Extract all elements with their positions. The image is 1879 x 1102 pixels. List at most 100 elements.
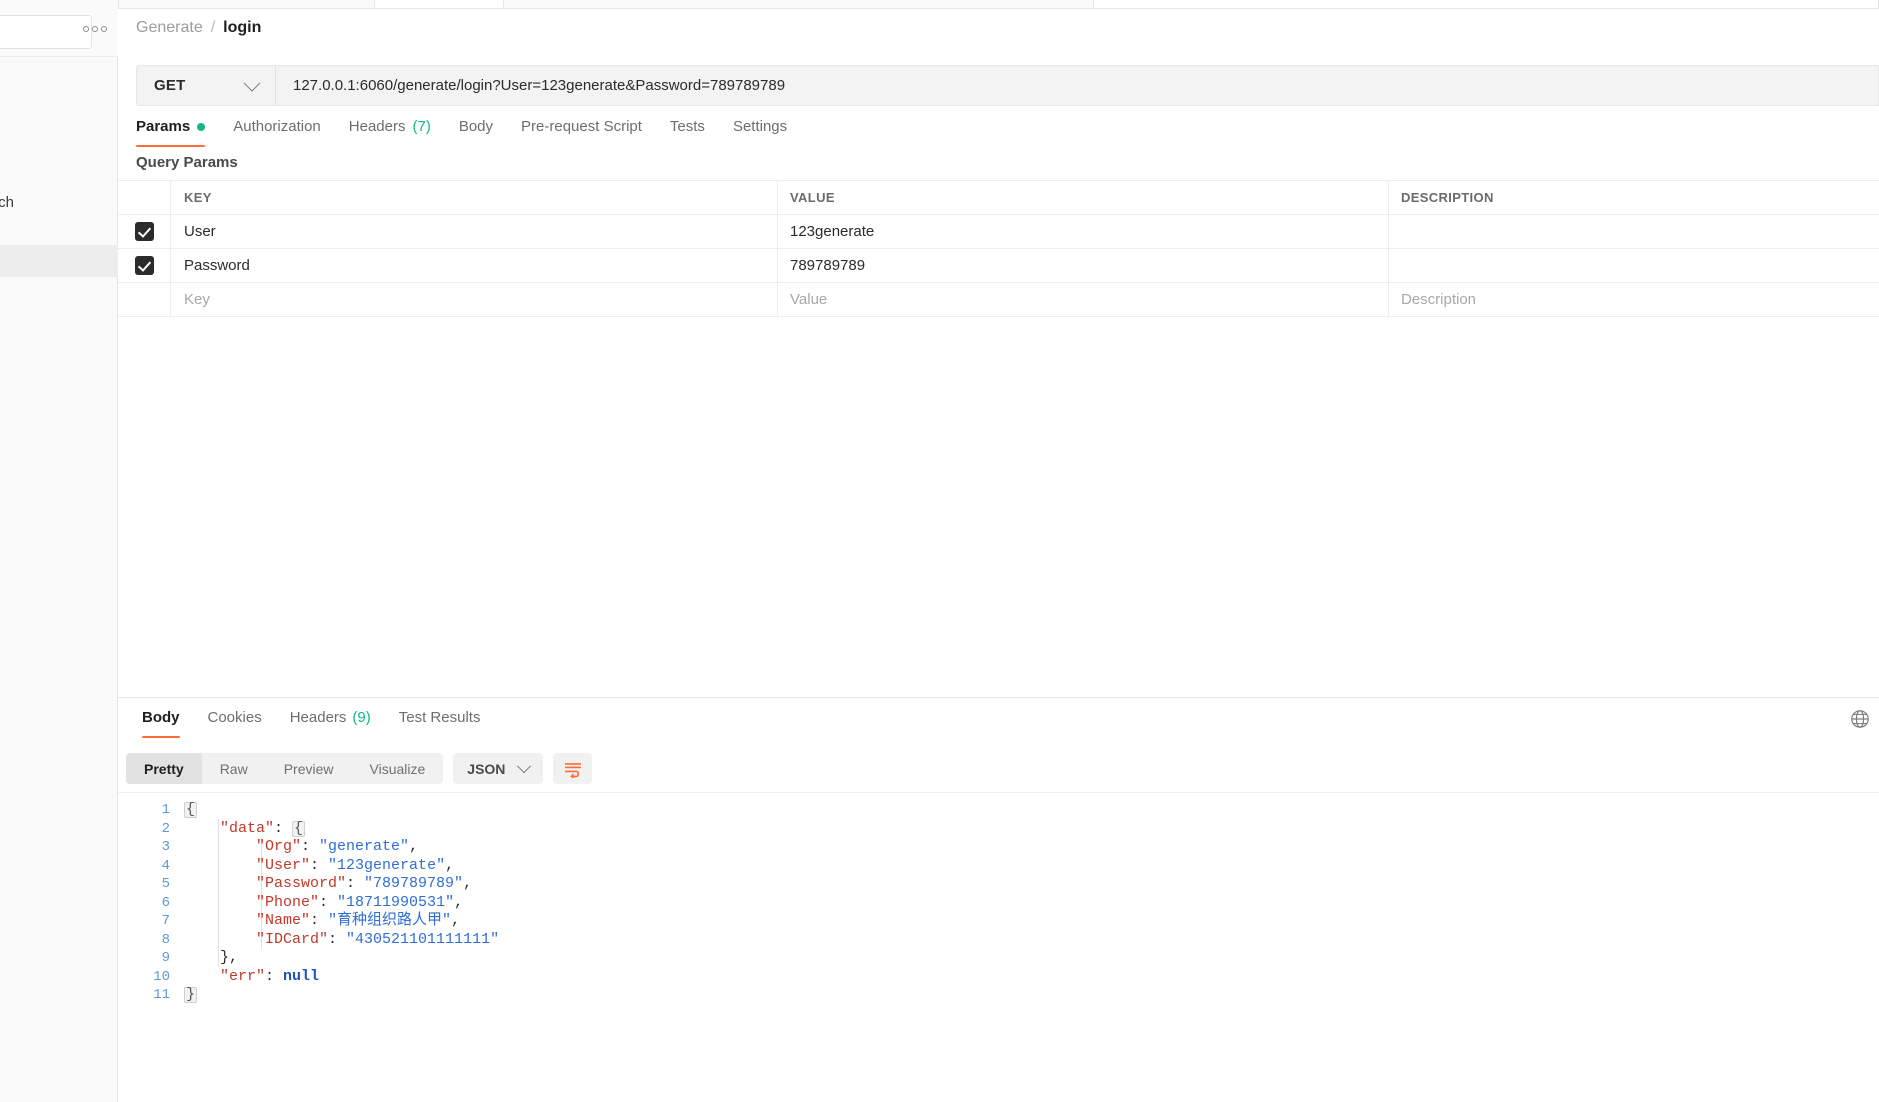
row-checkbox[interactable]	[134, 256, 154, 275]
request-tab-headers[interactable]: Headers (7)	[335, 118, 445, 147]
request-tab-params[interactable]: Params	[136, 118, 219, 147]
param-key-cell[interactable]: Password	[171, 249, 778, 282]
json-string: "18711990531"	[337, 893, 455, 911]
tab-open-request[interactable]	[374, 0, 504, 8]
line-number: 9	[161, 950, 170, 966]
column-header-description: DESCRIPTION	[1401, 190, 1494, 205]
query-params-table: KEY VALUE DESCRIPTION User 123generate Passwo…	[118, 180, 1879, 317]
line-number: 6	[161, 894, 170, 911]
code-line: 7 "Name": "育种组织路人甲",	[118, 912, 499, 931]
request-tab-settings[interactable]: Settings	[719, 118, 801, 147]
sidebar-search-input[interactable]	[0, 15, 92, 49]
response-tab-cookies[interactable]: Cookies	[194, 709, 276, 738]
response-tab-body[interactable]: Body	[128, 709, 194, 738]
new-param-value-input[interactable]: Value	[778, 283, 1389, 316]
sidebar-item-selected[interactable]	[0, 245, 118, 277]
code-line: 11}	[118, 986, 499, 1005]
json-punctuation: ,	[445, 856, 455, 874]
json-punctuation: :	[274, 819, 293, 837]
modified-dot-icon	[197, 122, 206, 131]
new-param-description-input[interactable]: Description	[1389, 283, 1879, 316]
view-mode-visualize[interactable]: Visualize	[352, 753, 444, 784]
code-line: 4 "User": "123generate",	[118, 857, 499, 876]
globe-icon[interactable]	[1849, 708, 1871, 730]
response-tab-test-results[interactable]: Test Results	[385, 709, 495, 738]
response-format-select[interactable]: JSON	[453, 753, 544, 784]
table-header-row: KEY VALUE DESCRIPTION	[118, 181, 1879, 215]
param-description-cell[interactable]	[1389, 215, 1879, 248]
line-number: 5	[161, 876, 170, 892]
tab-open-request-2[interactable]	[1093, 0, 1879, 8]
code-fold-brace[interactable]: }	[184, 987, 198, 1003]
code-line-text: "Phone": "18711990531",	[184, 894, 463, 913]
response-tab-label: Body	[142, 709, 180, 726]
json-punctuation: ,	[451, 912, 461, 929]
sidebar: ch	[0, 0, 118, 1102]
request-tab-label: Tests	[669, 118, 705, 135]
request-tab-label: Headers	[348, 118, 406, 135]
request-tab-label: Params	[136, 118, 191, 135]
code-line-text: "Name": "育种组织路人甲",	[184, 912, 460, 931]
response-tab-headers[interactable]: Headers (9)	[276, 709, 385, 738]
json-string: "123generate"	[328, 856, 446, 874]
json-punctuation: },	[220, 949, 239, 966]
view-mode-preview[interactable]: Preview	[266, 753, 352, 784]
row-checkbox-cell	[118, 215, 171, 248]
view-mode-pretty[interactable]: Pretty	[126, 753, 202, 784]
response-pane: Body Cookies Headers (9) Test Results Pretty…	[118, 697, 1879, 1102]
table-row: Password 789789789	[118, 249, 1879, 283]
column-header-key: KEY	[171, 181, 778, 214]
response-body-viewer[interactable]: 1{2 "data": {3 "Org": "generate", 4 "User…	[118, 792, 1879, 1102]
param-description-cell[interactable]	[1389, 249, 1879, 282]
code-line-text: "data": {	[184, 819, 306, 839]
param-value-cell[interactable]: 123generate	[778, 215, 1389, 248]
response-tab-label: Cookies	[207, 709, 262, 726]
request-tab-body[interactable]: Body	[445, 118, 507, 147]
json-null: null	[283, 967, 320, 985]
code-line-text: "Org": "generate",	[184, 838, 418, 857]
row-checkbox-cell	[118, 249, 171, 282]
code-line: 5 "Password": "789789789",	[118, 875, 499, 894]
view-mode-raw[interactable]: Raw	[202, 753, 266, 784]
url-input[interactable]: 127.0.0.1:6060/generate/login?User=123ge…	[275, 65, 1879, 106]
response-view-toolbar: Pretty Raw Preview Visualize JSON	[126, 753, 593, 784]
breadcrumb-collection[interactable]: Generate	[136, 19, 203, 37]
request-tabs: Params Authorization Headers (7) Body Pre-req…	[136, 118, 801, 147]
json-key: "Phone"	[256, 893, 320, 911]
http-method-select[interactable]: GET	[136, 65, 275, 106]
request-tab-tests[interactable]: Tests	[656, 118, 719, 147]
request-tab-authorization[interactable]: Authorization	[219, 118, 335, 147]
code-fold-brace[interactable]: {	[184, 802, 198, 818]
json-string: "generate"	[319, 838, 410, 855]
request-tab-pre-request-script[interactable]: Pre-request Script	[507, 118, 656, 147]
json-key: "Password"	[256, 875, 347, 892]
json-punctuation: :	[346, 875, 365, 892]
json-key: "IDCard"	[256, 930, 329, 948]
code-fold-brace[interactable]: {	[292, 820, 306, 837]
wrap-lines-button[interactable]	[553, 753, 593, 784]
url-value: 127.0.0.1:6060/generate/login?User=123ge…	[293, 77, 786, 94]
response-tabs: Body Cookies Headers (9) Test Results	[128, 709, 494, 738]
code-line: 8 "IDCard": "430521101111111"	[118, 931, 499, 950]
json-punctuation: :	[310, 856, 329, 874]
response-tab-count: (9)	[352, 709, 371, 726]
json-punctuation: :	[265, 967, 284, 985]
json-string: "育种组织路人甲"	[328, 912, 452, 929]
code-line-text: },	[184, 949, 238, 968]
breadcrumb-request[interactable]: login	[223, 19, 261, 37]
more-actions-icon[interactable]	[80, 19, 110, 39]
param-key-cell[interactable]: User	[171, 215, 778, 248]
http-method-label: GET	[154, 77, 186, 94]
row-checkbox-cell	[118, 283, 171, 316]
json-key: "User"	[256, 856, 311, 874]
select-all-cell	[118, 181, 171, 214]
code-line: 3 "Org": "generate",	[118, 838, 499, 857]
new-param-key-input[interactable]: Key	[171, 283, 778, 316]
postman-window: ch Generate / login GET 127.0.0.1:6060/g…	[0, 0, 1879, 1102]
request-tab-label: Pre-request Script	[521, 118, 642, 135]
response-format-label: JSON	[467, 760, 506, 777]
json-punctuation: :	[301, 838, 320, 855]
request-tab-label: Body	[458, 118, 494, 135]
row-checkbox[interactable]	[134, 222, 154, 241]
param-value-cell[interactable]: 789789789	[778, 249, 1389, 282]
